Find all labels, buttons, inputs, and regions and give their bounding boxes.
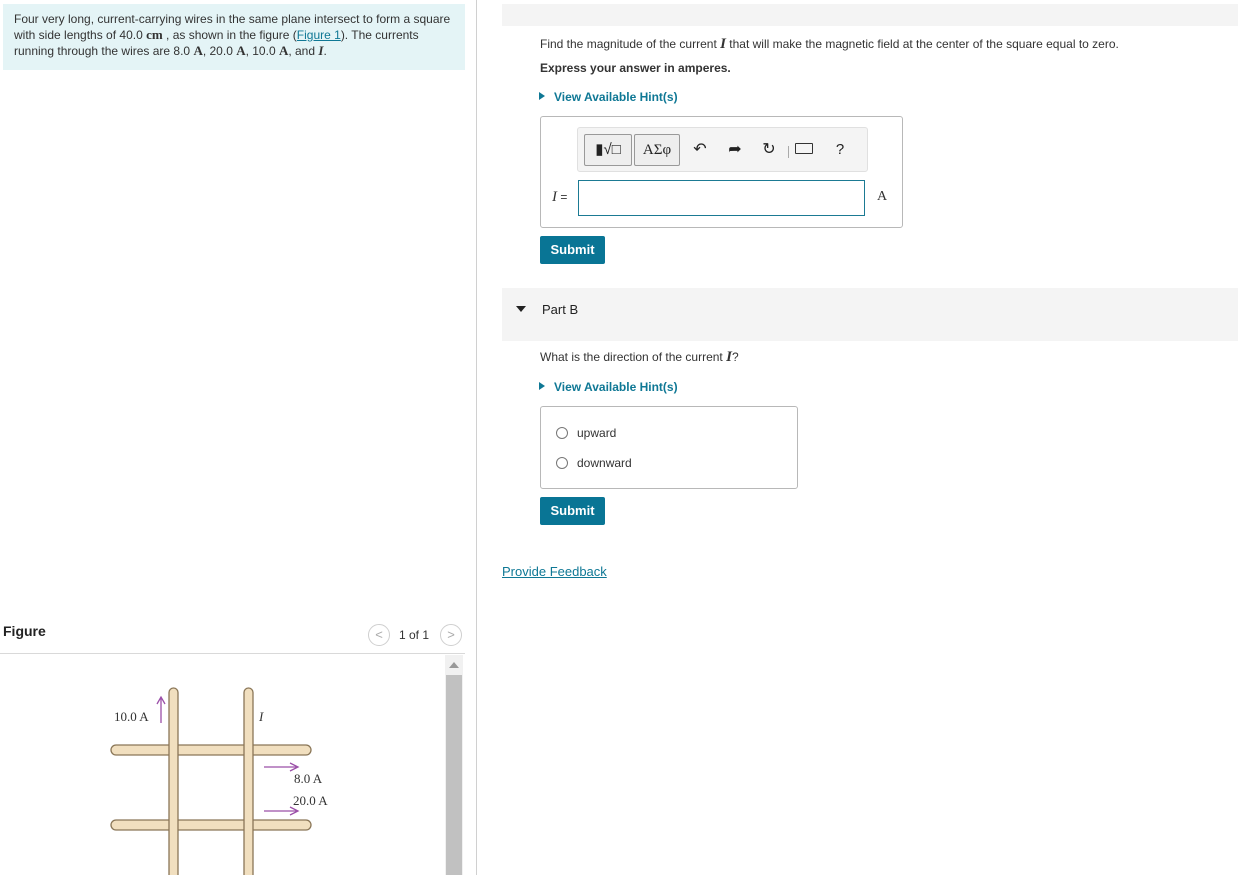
unit-ampere-3: A bbox=[278, 43, 289, 58]
chevron-right-icon: > bbox=[447, 627, 455, 642]
question-text: Find the magnitude of the current bbox=[540, 37, 721, 51]
label-current-I: I bbox=[258, 709, 264, 724]
undo-icon[interactable]: ↶ bbox=[690, 140, 710, 160]
templates-button[interactable]: ▮√□ bbox=[584, 134, 632, 166]
figure-link[interactable]: Figure 1 bbox=[297, 28, 341, 42]
part-b-hints-toggle[interactable]: View Available Hint(s) bbox=[539, 380, 678, 394]
part-a-submit-button[interactable]: Submit bbox=[540, 236, 605, 264]
hints-label: View Available Hint(s) bbox=[554, 90, 678, 104]
label-current-8: 8.0 A bbox=[294, 771, 323, 786]
answer-instruction: Express your answer in amperes. bbox=[540, 61, 731, 75]
part-b-header[interactable]: Part B bbox=[502, 288, 1238, 341]
wire-top bbox=[110, 744, 312, 756]
chevron-left-icon: < bbox=[375, 627, 383, 642]
arrow-up-icon bbox=[156, 695, 166, 723]
arrow-right-icon bbox=[264, 762, 300, 772]
scroll-up-icon[interactable] bbox=[449, 662, 459, 668]
answer-variable-label: I = bbox=[552, 189, 567, 206]
problem-text-4: , 20.0 bbox=[202, 44, 237, 58]
caret-right-icon bbox=[539, 382, 545, 390]
provide-feedback-link[interactable]: Provide Feedback bbox=[502, 564, 607, 579]
problem-statement: Four very long, current-carrying wires i… bbox=[3, 4, 465, 70]
wire-left bbox=[168, 687, 179, 875]
part-b-question: What is the direction of the current I? bbox=[540, 349, 739, 366]
keyboard-icon[interactable] bbox=[795, 143, 813, 154]
unit-ampere-1: A bbox=[193, 43, 203, 58]
next-figure-button[interactable]: > bbox=[440, 624, 462, 646]
choice-label: downward bbox=[577, 456, 632, 470]
toolbar-divider bbox=[788, 146, 789, 158]
greek-symbols-button[interactable]: ΑΣφ bbox=[634, 134, 680, 166]
scroll-thumb[interactable] bbox=[446, 675, 462, 875]
radio-button[interactable] bbox=[556, 457, 568, 469]
part-a-header bbox=[502, 4, 1238, 26]
label-current-20: 20.0 A bbox=[293, 793, 328, 808]
figure-counter: 1 of 1 bbox=[399, 628, 430, 642]
wire-bottom bbox=[110, 819, 312, 831]
unit-cm: cm bbox=[146, 27, 163, 42]
templates-icon: ▮√□ bbox=[595, 141, 621, 158]
answer-pane: Find the magnitude of the current I that… bbox=[478, 0, 1238, 875]
direction-choices: upward downward bbox=[540, 406, 798, 489]
math-toolbar: ▮√□ ΑΣφ ↶ ➦ ↻ ? bbox=[577, 127, 868, 172]
figure-scrollbar[interactable] bbox=[445, 655, 463, 875]
part-b-title: Part B bbox=[542, 302, 579, 317]
part-a-hints-toggle[interactable]: View Available Hint(s) bbox=[539, 90, 678, 104]
answer-unit: A bbox=[877, 189, 888, 204]
wire-right bbox=[243, 687, 254, 875]
problem-pane: Four very long, current-carrying wires i… bbox=[0, 0, 477, 875]
radio-button[interactable] bbox=[556, 427, 568, 439]
problem-text-5: , 10.0 bbox=[245, 44, 279, 58]
question-text: ? bbox=[731, 350, 739, 364]
question-text: that will make the magnetic field at the… bbox=[725, 37, 1119, 51]
greek-icon: ΑΣφ bbox=[642, 142, 672, 158]
redo-icon[interactable]: ➦ bbox=[725, 140, 745, 160]
reset-icon[interactable]: ↻ bbox=[759, 140, 779, 160]
caret-down-icon bbox=[516, 306, 526, 312]
choice-downward[interactable]: downward bbox=[556, 456, 632, 470]
part-a-question: Find the magnitude of the current I that… bbox=[540, 36, 1119, 53]
part-b-submit-button[interactable]: Submit bbox=[540, 497, 605, 525]
figure-viewer: 10.0 A I 8.0 A 20.0 A bbox=[0, 655, 445, 875]
question-text: What is the direction of the current bbox=[540, 350, 727, 364]
problem-text-6: , and bbox=[288, 44, 319, 58]
caret-right-icon bbox=[539, 92, 545, 100]
help-icon[interactable]: ? bbox=[830, 140, 850, 160]
problem-text-2: , as shown in the figure ( bbox=[162, 28, 297, 42]
choice-label: upward bbox=[577, 426, 617, 440]
figure-header: Figure < 1 of 1 > bbox=[0, 620, 465, 654]
hints-label: View Available Hint(s) bbox=[554, 380, 678, 394]
choice-upward[interactable]: upward bbox=[556, 426, 616, 440]
answer-input[interactable] bbox=[578, 180, 865, 216]
answer-box: ▮√□ ΑΣφ ↶ ➦ ↻ ? I = A bbox=[540, 116, 903, 228]
wire-figure: 10.0 A I 8.0 A 20.0 A bbox=[110, 687, 328, 875]
unit-ampere-2: A bbox=[236, 43, 246, 58]
equals-sign: = bbox=[557, 190, 568, 204]
label-current-10: 10.0 A bbox=[114, 709, 149, 724]
problem-text-7: . bbox=[323, 44, 327, 58]
figure-title: Figure bbox=[3, 623, 46, 639]
previous-figure-button[interactable]: < bbox=[368, 624, 390, 646]
arrow-right-icon bbox=[264, 806, 300, 816]
